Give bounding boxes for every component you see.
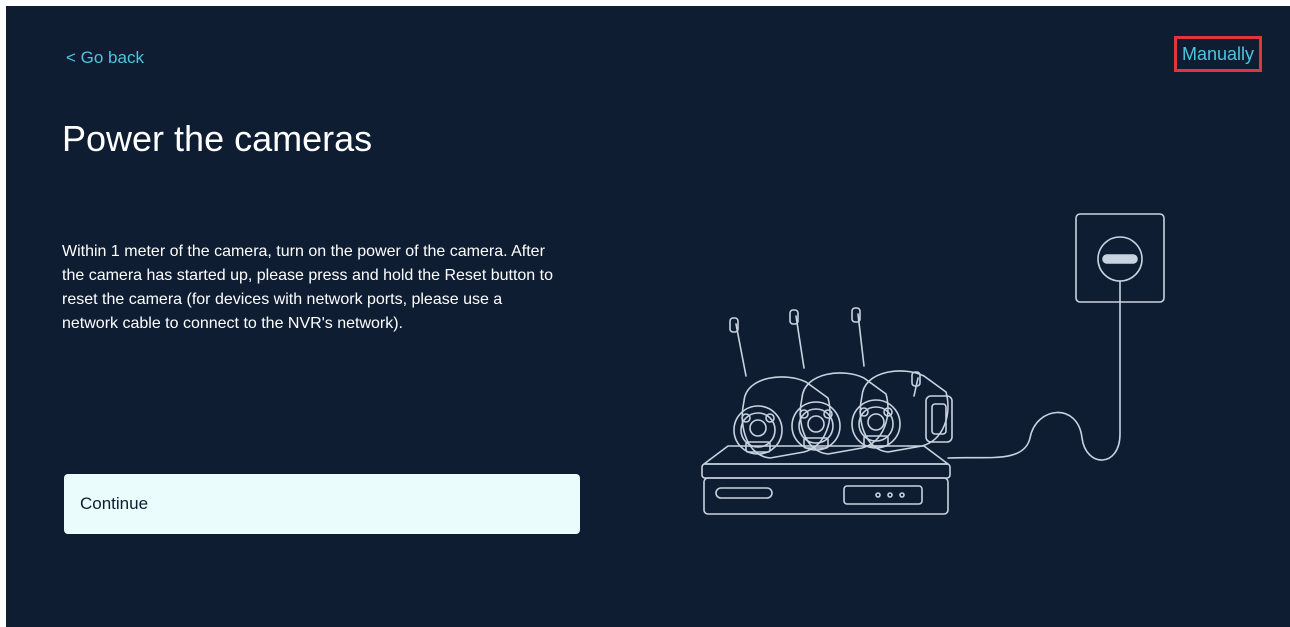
continue-button[interactable]: Continue [64,474,580,534]
manually-label: Manually [1181,43,1255,64]
instruction-text: Within 1 meter of the camera, turn on th… [62,243,553,332]
power-cable-icon [947,280,1121,461]
nvr-cameras-power-outlet-illustration-icon [701,213,1165,515]
page-title: Power the cameras [62,118,373,159]
manually-button[interactable]: Manually [1174,36,1262,72]
nvr-recorder-icon [701,445,951,515]
setup-screen: < Go back Manually Power the cameras Wit… [6,6,1290,627]
camera-icon [729,317,831,459]
go-back-link[interactable]: < Go back [66,48,144,68]
